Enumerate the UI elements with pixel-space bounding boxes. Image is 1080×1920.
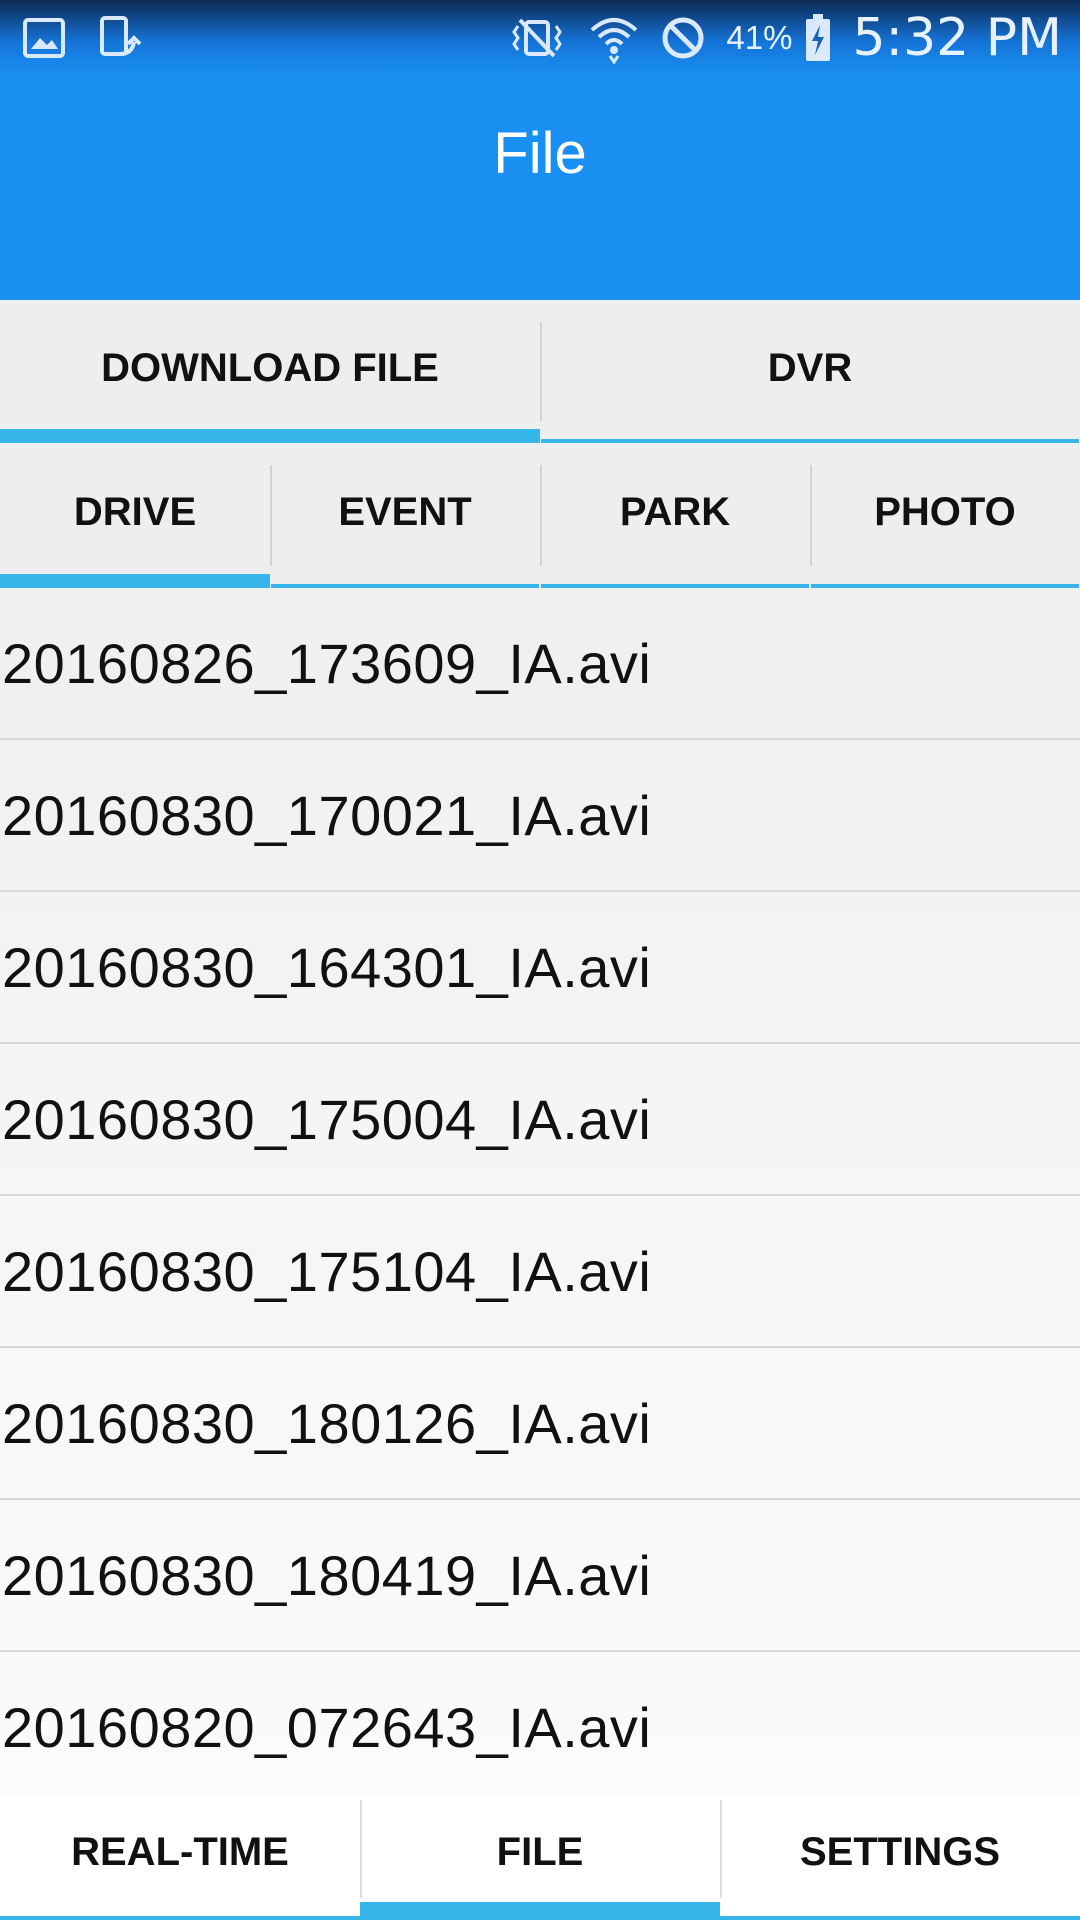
nav-label: SETTINGS — [799, 1830, 1001, 1874]
status-left-icons — [22, 0, 142, 75]
file-list-item[interactable]: 20160830_170021_IA.avi — [0, 740, 1080, 892]
battery-percent: 41% — [726, 18, 793, 56]
file-list-item[interactable]: 20160830_164301_IA.avi — [0, 892, 1080, 1044]
file-list-item[interactable]: 20160830_180419_IA.avi — [0, 1500, 1080, 1652]
nav-indicator — [360, 1902, 720, 1920]
status-right-icons: 41% 5:32 PM — [506, 0, 1062, 75]
tab-indicator — [0, 574, 270, 588]
file-name: 20160820_072643_IA.avi — [2, 1695, 652, 1759]
file-list[interactable]: 20160826_173609_IA.avi 20160830_170021_I… — [0, 588, 1080, 1795]
tab-label: DRIVE — [73, 490, 197, 534]
screen-rotate-icon — [98, 14, 142, 62]
file-list-item[interactable]: 20160830_175004_IA.avi — [0, 1044, 1080, 1196]
tab-divider — [540, 465, 542, 566]
vibrate-mute-icon — [506, 16, 568, 60]
tab-label: DVR — [767, 346, 853, 390]
nav-file[interactable]: FILE — [360, 1795, 720, 1920]
wifi-icon — [588, 12, 640, 64]
nav-label: FILE — [496, 1830, 584, 1874]
nav-label: REAL-TIME — [71, 1830, 289, 1874]
top-tab-bar: DOWNLOAD FILE DVR — [0, 300, 1080, 443]
file-name: 20160830_180126_IA.avi — [2, 1391, 652, 1455]
file-list-item[interactable]: 20160826_173609_IA.avi — [0, 588, 1080, 740]
nav-real-time[interactable]: REAL-TIME — [0, 1795, 360, 1920]
app-bar: File — [0, 75, 1080, 300]
bottom-navigation: REAL-TIME FILE SETTINGS — [0, 1795, 1080, 1920]
status-clock: 5:32 PM — [852, 7, 1062, 68]
tab-drive[interactable]: DRIVE — [0, 443, 270, 588]
file-name: 20160830_170021_IA.avi — [2, 783, 652, 847]
file-name: 20160830_175004_IA.avi — [2, 1087, 652, 1151]
file-name: 20160830_175104_IA.avi — [2, 1239, 652, 1303]
nav-divider — [360, 1800, 362, 1898]
file-name: 20160830_180419_IA.avi — [2, 1543, 652, 1607]
tab-indicator — [0, 429, 540, 443]
tab-event[interactable]: EVENT — [270, 443, 540, 588]
file-list-item[interactable]: 20160820_072643_IA.avi — [0, 1652, 1080, 1795]
tab-download-file[interactable]: DOWNLOAD FILE — [0, 300, 540, 443]
do-not-disturb-icon — [660, 15, 706, 61]
tab-label: EVENT — [338, 490, 472, 534]
tab-divider — [540, 322, 542, 421]
tab-park[interactable]: PARK — [540, 443, 810, 588]
tab-divider — [810, 465, 812, 566]
tab-dvr[interactable]: DVR — [540, 300, 1080, 443]
gallery-icon — [22, 16, 66, 60]
file-name: 20160830_164301_IA.avi — [2, 935, 652, 999]
battery-charging-icon — [804, 13, 832, 63]
file-list-item[interactable]: 20160830_175104_IA.avi — [0, 1196, 1080, 1348]
tab-label: PARK — [619, 490, 731, 534]
tab-label: PHOTO — [874, 490, 1016, 534]
status-bar: 41% 5:32 PM — [0, 0, 1080, 75]
nav-indicator — [0, 1916, 360, 1920]
page-title: File — [493, 121, 587, 186]
tab-photo[interactable]: PHOTO — [810, 443, 1080, 588]
file-name: 20160826_173609_IA.avi — [2, 631, 652, 695]
nav-divider — [720, 1800, 722, 1898]
nav-indicator — [720, 1916, 1080, 1920]
nav-settings[interactable]: SETTINGS — [720, 1795, 1080, 1920]
tab-label: DOWNLOAD FILE — [101, 346, 439, 390]
tab-divider — [270, 465, 272, 566]
file-list-item[interactable]: 20160830_180126_IA.avi — [0, 1348, 1080, 1500]
category-tab-bar: DRIVE EVENT PARK PHOTO — [0, 443, 1080, 588]
